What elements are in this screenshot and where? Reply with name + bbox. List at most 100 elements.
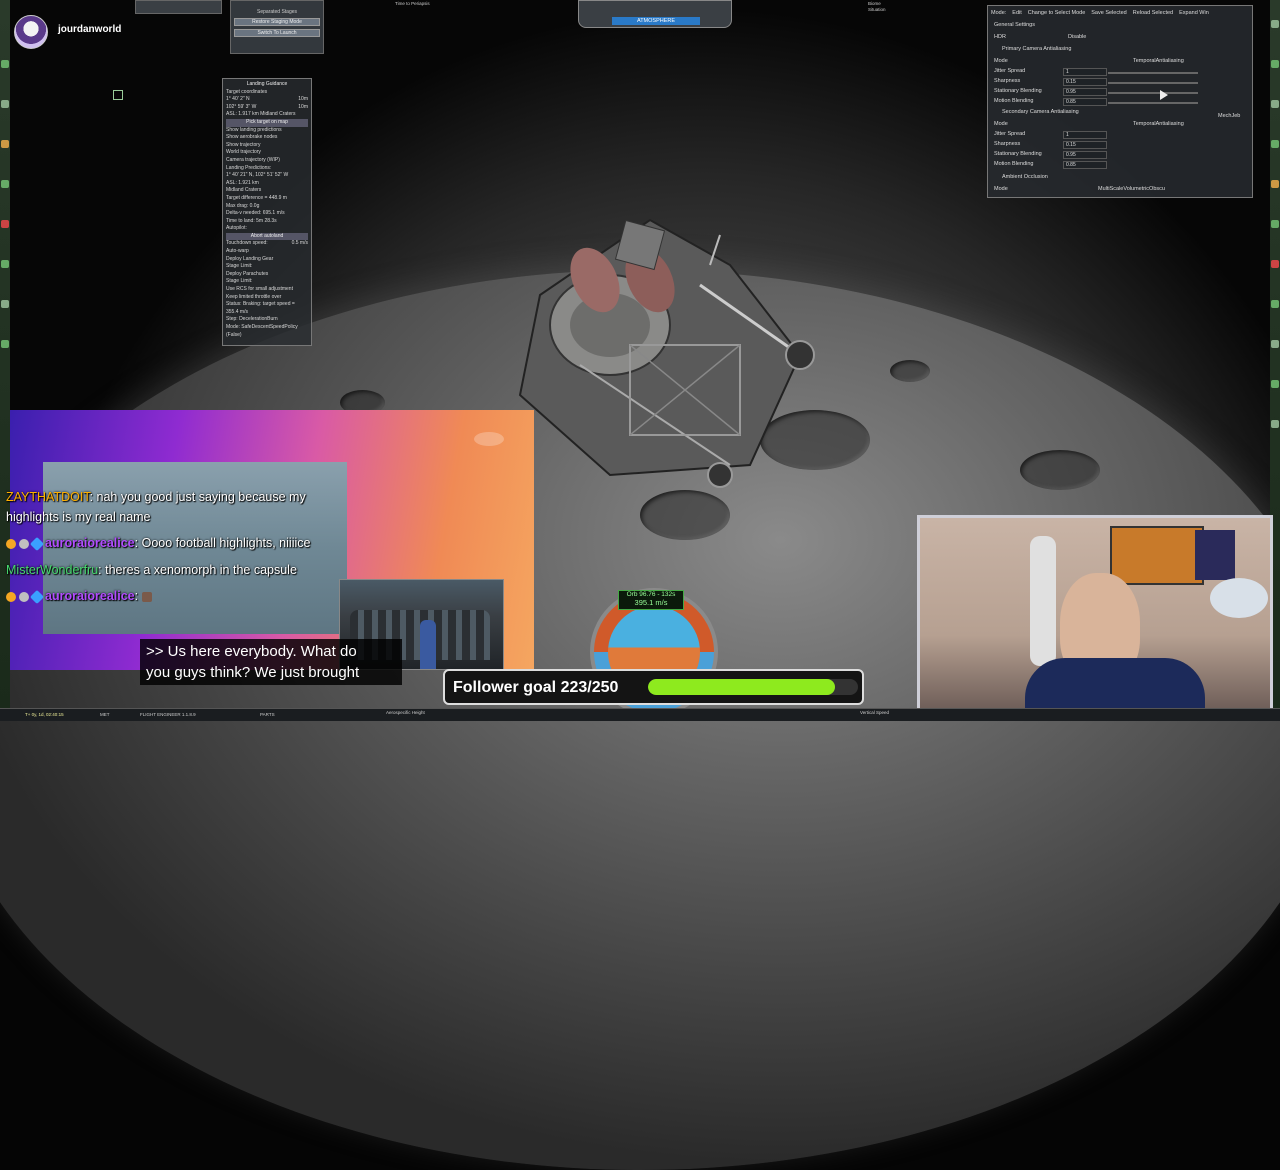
- target-difference: Target difference = 448.9 m: [226, 194, 287, 201]
- stationary-label: Stationary Blending: [994, 88, 1042, 94]
- secondary-sharpness-label: Sharpness: [994, 141, 1021, 147]
- mechjeb-tag[interactable]: MechJeb: [1218, 112, 1240, 120]
- secondary-mode-value[interactable]: TemporalAntialiasing: [1133, 120, 1184, 128]
- primary-mode-value[interactable]: TemporalAntialiasing: [1133, 57, 1184, 65]
- jitter-slider[interactable]: [1108, 72, 1198, 74]
- met-label: MET: [100, 712, 110, 717]
- nasa-logo-icon: [474, 432, 504, 446]
- stage-limit-2[interactable]: Stage Limit:: [226, 278, 308, 286]
- primary-aa-header[interactable]: Primary Camera Antialiasing: [1002, 45, 1071, 53]
- jitter-input[interactable]: 1: [1063, 68, 1107, 76]
- secondary-aa-header[interactable]: Secondary Camera Antialiasing: [1002, 108, 1079, 116]
- time-to-land: Time to land: 5m 28.3s: [226, 217, 277, 224]
- chat-message: MisterWonderfru: theres a xenomorph in t…: [6, 563, 297, 577]
- tuf-settings-panel: Mode: Edit Change to Select Mode Save Se…: [987, 5, 1253, 198]
- settings-tab-select-mode[interactable]: Change to Select Mode: [1028, 10, 1085, 16]
- secondary-jitter-input[interactable]: 1: [1063, 131, 1107, 139]
- lat-step[interactable]: 10m: [298, 96, 308, 104]
- deploy-gear-toggle[interactable]: Deploy Landing Gear: [226, 256, 308, 264]
- hdr-label: HDR: [994, 34, 1006, 40]
- mouse-cursor-icon: [1160, 90, 1168, 100]
- sub-badge-icon: [6, 538, 16, 549]
- chat-username: auroraiorealice: [45, 589, 135, 603]
- option-world-trajectory[interactable]: World trajectory: [226, 149, 308, 157]
- separated-stages-label: Separated Stages: [256, 9, 298, 15]
- motion-input[interactable]: 0.85: [1063, 98, 1107, 106]
- emote-icon: [141, 591, 152, 602]
- settings-tab-mode[interactable]: Mode:: [991, 10, 1006, 16]
- jitter-label: Jitter Spread: [994, 68, 1026, 74]
- switch-to-launch-button[interactable]: Switch To Launch: [234, 29, 320, 37]
- flight-engineer-button[interactable]: FLIGHT ENGINEER 1.1.8.9: [140, 712, 196, 717]
- top-left-toolbar[interactable]: [135, 0, 222, 14]
- atmosphere-gauge: ATMOSPHERE: [612, 17, 700, 25]
- touchdown-speed-input[interactable]: 0.5 m/s: [292, 240, 308, 248]
- option-landing-predictions[interactable]: Show landing predictions: [226, 127, 308, 135]
- wall-poster: [1110, 526, 1204, 585]
- lon-step[interactable]: 10m: [298, 104, 308, 112]
- target-lat[interactable]: 1° 40' 2" N: [226, 96, 250, 104]
- keep-limited-toggle[interactable]: Keep limited throttle over: [226, 294, 308, 302]
- guidance-title: Landing Guidance: [246, 81, 288, 87]
- auto-warp-toggle[interactable]: Auto-warp: [226, 248, 308, 256]
- settings-tab-expand[interactable]: Expand Win: [1179, 10, 1209, 16]
- landing-guidance-panel: Landing Guidance Target coordinates 1° 4…: [222, 78, 312, 346]
- target-coordinates-label: Target coordinates: [226, 88, 268, 95]
- chat-username: ZAYTHATDOIT: [6, 490, 90, 504]
- chat-username: auroraiorealice: [45, 536, 135, 550]
- abort-autoland-button[interactable]: Abort autoland: [226, 232, 308, 241]
- option-camera-trajectory[interactable]: Camera trajectory (WIP): [226, 157, 308, 165]
- hdr-value[interactable]: Disable: [1068, 33, 1086, 41]
- motion-slider[interactable]: [1108, 102, 1198, 104]
- settings-tab-save[interactable]: Save Selected: [1091, 10, 1126, 16]
- wall-poster: [1195, 530, 1235, 580]
- periapsis-label: Time to Periapsis: [395, 1, 430, 6]
- chat-text: theres a xenomorph in the capsule: [105, 563, 297, 577]
- stationary-slider[interactable]: [1108, 92, 1198, 94]
- restore-staging-button[interactable]: Restore Staging Mode: [234, 18, 320, 26]
- secondary-motion-label: Motion Blending: [994, 161, 1034, 167]
- settings-tab-edit[interactable]: Edit: [1012, 10, 1021, 16]
- prediction-asl: ASL: 1.921 km: [226, 179, 259, 186]
- secondary-sharpness-input[interactable]: 0.15: [1063, 141, 1107, 149]
- follower-goal-bar: [648, 679, 858, 695]
- rcs-toggle[interactable]: Use RCS for small adjustment: [226, 286, 308, 294]
- secondary-motion-input[interactable]: 0.85: [1063, 161, 1107, 169]
- chat-username: MisterWonderfru: [6, 563, 99, 577]
- caption-line-2: you guys think? We just brought: [146, 664, 360, 681]
- wall-poster: [1210, 578, 1268, 618]
- target-lon[interactable]: 102° 59' 3" W: [226, 104, 256, 112]
- speed-readout[interactable]: Orb 96.76 - 132s 395.1 m/s: [618, 590, 684, 610]
- sharpness-slider[interactable]: [1108, 82, 1198, 84]
- left-toolbar[interactable]: [0, 0, 10, 720]
- pick-target-button[interactable]: Pick target on map: [226, 118, 308, 127]
- deploy-chutes-toggle[interactable]: Deploy Parachutes: [226, 271, 308, 279]
- ambient-mode-value[interactable]: MultiScaleVolumetricObscu: [1098, 185, 1165, 193]
- max-drag: Max drag: 0.0g: [226, 202, 260, 209]
- follower-goal-widget: Follower goal 223/250: [443, 669, 864, 705]
- grid-icon[interactable]: [113, 90, 123, 100]
- robot-figure: [1030, 536, 1056, 666]
- vertical-speed-label: Vertical Speed: [860, 710, 890, 715]
- bottom-status-bar: T+ 0y, 1d, 02:40:15 MET FLIGHT ENGINEER …: [0, 708, 1280, 721]
- secondary-jitter-label: Jitter Spread: [994, 131, 1026, 137]
- settings-tab-reload[interactable]: Reload Selected: [1133, 10, 1173, 16]
- ambient-occlusion-header[interactable]: Ambient Occlusion: [1002, 173, 1048, 181]
- autoland-mode: Mode: SafeDescentSpeedPolicy (False): [226, 324, 298, 338]
- chat-message: auroraiorealice:: [6, 589, 155, 604]
- chat-text: Oooo football highlights, niiiice: [141, 536, 311, 550]
- secondary-stationary-input[interactable]: 0.95: [1063, 151, 1107, 159]
- streamer-username: jourdanworld: [58, 24, 122, 35]
- general-settings-header[interactable]: General Settings: [994, 21, 1035, 29]
- closed-caption: >> Us here everybody. What do you guys t…: [140, 639, 402, 685]
- prime-badge-icon: [29, 536, 45, 551]
- autoland-status: Status: Braking: target speed = 355.4 m/…: [226, 301, 295, 315]
- ambient-mode-label: Mode: [994, 186, 1008, 192]
- prime-badge-icon: [29, 589, 45, 604]
- stage-limit-1[interactable]: Stage Limit:: [226, 263, 308, 271]
- sharpness-input[interactable]: 0.15: [1063, 78, 1107, 86]
- option-aerobrake-nodes[interactable]: Show aerobrake nodes: [226, 134, 308, 142]
- stationary-input[interactable]: 0.95: [1063, 88, 1107, 96]
- option-show-trajectory[interactable]: Show trajectory: [226, 142, 308, 150]
- parts-button[interactable]: PARTS: [260, 712, 275, 717]
